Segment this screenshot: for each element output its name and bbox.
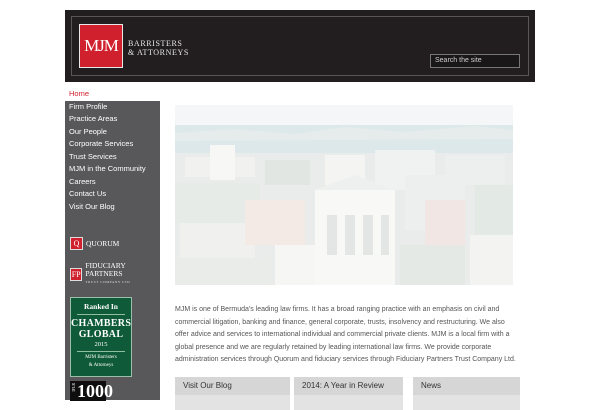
logo-wordmark[interactable]: BARRISTERS & ATTORNEYS — [128, 39, 189, 57]
year-in-review-box[interactable]: 2014: A Year in Review — [294, 377, 403, 410]
nav-item-blog[interactable]: Visit Our Blog — [65, 201, 160, 214]
iflr-number: 1000 — [77, 381, 113, 401]
nav-item-corporate-services[interactable]: Corporate Services — [65, 138, 160, 151]
hero-image-hamilton-cityscape — [175, 105, 513, 285]
nav-item-home[interactable]: Home — [65, 88, 160, 101]
iflr-label: IFLR — [71, 383, 76, 392]
nav-item-careers[interactable]: Careers — [65, 176, 160, 189]
logo-mark: MJM — [84, 36, 119, 55]
site-header: MJM BARRISTERS & ATTORNEYS Search the si… — [65, 10, 535, 82]
chambers-ranked: Ranked In — [84, 302, 118, 311]
nav-item-contact-us[interactable]: Contact Us — [65, 188, 160, 201]
fiduciary-logo-icon: FP — [70, 267, 83, 281]
sidebar: Home Firm Profile Practice Areas Our Peo… — [65, 88, 160, 401]
chambers-line2: GLOBAL — [78, 329, 124, 340]
chambers-divider — [77, 314, 125, 315]
fiduciary-title: FIDUCIARY PARTNERS — [85, 261, 126, 278]
quorum-logo-icon: Q — [70, 237, 83, 250]
logo-line-2: & ATTORNEYS — [128, 48, 189, 57]
blog-box[interactable]: Visit Our Blog — [175, 377, 290, 410]
nav-item-community[interactable]: MJM in the Community — [65, 163, 160, 176]
news-box[interactable]: News — [413, 377, 520, 410]
blog-box-title: Visit Our Blog — [175, 377, 290, 395]
news-box-title: News — [413, 377, 520, 395]
nav-item-trust-services[interactable]: Trust Services — [65, 151, 160, 164]
year-in-review-title: 2014: A Year in Review — [294, 377, 403, 395]
chambers-year: 2015 — [94, 341, 108, 348]
page: MJM BARRISTERS & ATTORNEYS Search the si… — [65, 10, 535, 410]
nav-item-our-people[interactable]: Our People — [65, 126, 160, 139]
chambers-divider-2 — [77, 351, 125, 352]
search-input[interactable]: Search the site — [430, 54, 520, 68]
mjm-logo[interactable]: MJM — [79, 24, 123, 68]
quorum-link[interactable]: Q QUORUM — [70, 237, 119, 250]
intro-paragraph: MJM is one of Bermuda's leading law firm… — [175, 306, 516, 363]
nav-item-firm-profile[interactable]: Firm Profile — [65, 101, 160, 114]
chambers-firm-line2: & Attorneys — [88, 363, 114, 368]
main-nav: Home Firm Profile Practice Areas Our Peo… — [65, 88, 160, 213]
iflr-1000-badge[interactable]: IFLR 1000 — [70, 381, 113, 401]
fiduciary-partners-link[interactable]: FP FIDUCIARY PARTNERS TRUST COMPANY LTD — [70, 262, 160, 286]
logo-line-1: BARRISTERS — [128, 39, 183, 48]
fiduciary-subtitle: TRUST COMPANY LTD — [85, 280, 131, 284]
nav-item-practice-areas[interactable]: Practice Areas — [65, 113, 160, 126]
chambers-global-badge[interactable]: Ranked In CHAMBERS GLOBAL 2015 MJM Barri… — [70, 297, 132, 377]
cityscape-illustration — [175, 105, 513, 285]
fiduciary-name: FIDUCIARY PARTNERS TRUST COMPANY LTD — [85, 262, 160, 286]
chambers-line1: CHAMBERS — [71, 318, 132, 329]
chambers-firm-line1: MJM Barristers — [85, 355, 117, 360]
quorum-name: QUORUM — [86, 238, 120, 248]
